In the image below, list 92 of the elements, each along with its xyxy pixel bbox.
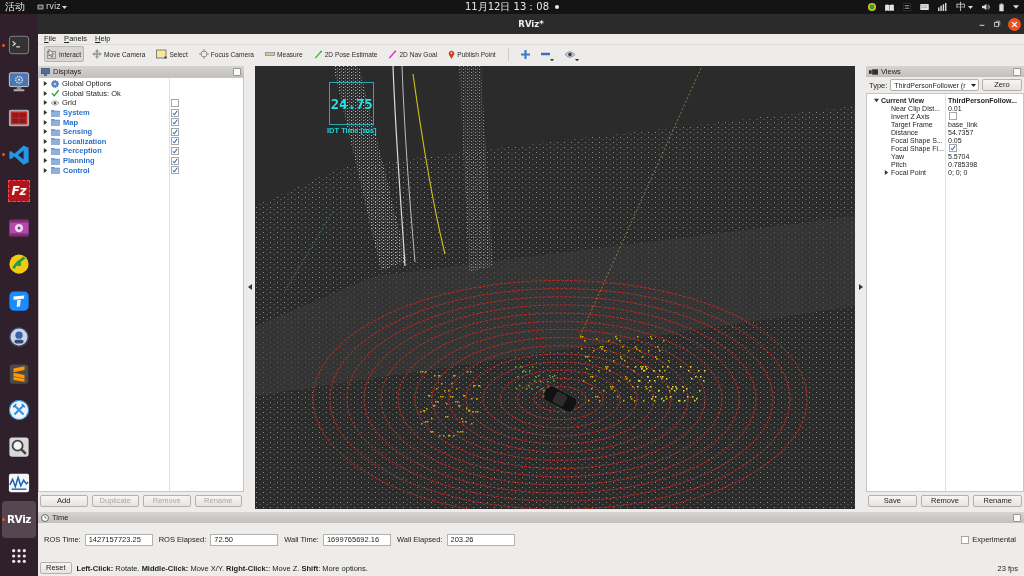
app-tile-icon xyxy=(8,289,30,312)
magnifier-icon xyxy=(8,435,30,458)
caret-icon xyxy=(968,5,973,9)
book-icon[interactable] xyxy=(885,3,894,11)
terminal-icon xyxy=(8,34,30,56)
battery-icon[interactable] xyxy=(999,2,1004,12)
tree-arrow-icon[interactable] xyxy=(43,158,48,164)
code-editor-icon xyxy=(8,143,30,166)
tree-arrow-icon[interactable] xyxy=(43,119,48,125)
crosshair-icon xyxy=(198,49,209,59)
signal-bars-icon[interactable] xyxy=(938,3,947,11)
cross-circle-icon xyxy=(8,399,30,421)
plus-icon xyxy=(520,49,530,59)
folder-icon xyxy=(51,118,60,127)
tree-arrow-icon[interactable] xyxy=(883,169,889,175)
app-launcher[interactable]: RViz xyxy=(2,501,36,538)
move-arrows-icon xyxy=(92,49,102,59)
tree-arrow-icon[interactable] xyxy=(43,100,48,106)
checkbox[interactable] xyxy=(171,108,179,117)
checkbox[interactable] xyxy=(171,156,179,165)
app-menu-button[interactable]: rviz xyxy=(37,3,68,11)
window-title: RViz* xyxy=(518,19,544,29)
undock-button[interactable] xyxy=(1013,67,1021,76)
waveform-icon xyxy=(8,472,30,494)
folder-icon xyxy=(51,146,60,155)
folder-icon xyxy=(51,166,60,175)
input-method-button[interactable]: 中 xyxy=(956,2,973,12)
gear-icon xyxy=(51,79,59,88)
eye-icon xyxy=(51,100,59,106)
checkbox[interactable] xyxy=(949,112,957,120)
stripes-icon xyxy=(8,362,30,385)
tree-arrow-icon[interactable] xyxy=(43,90,48,96)
folder-icon xyxy=(51,137,60,146)
tree-arrow-icon[interactable] xyxy=(43,129,48,135)
app-grid-icon xyxy=(11,548,27,564)
tree-arrow-icon[interactable] xyxy=(43,148,48,154)
camera-icon xyxy=(869,68,878,75)
pose-arrow-icon xyxy=(313,49,323,59)
eye-icon xyxy=(564,50,575,58)
caret-icon xyxy=(971,83,976,87)
disc-icon xyxy=(8,253,30,275)
speaker-icon[interactable] xyxy=(982,3,990,11)
restore-icon[interactable] xyxy=(993,20,1001,28)
notification-dot-icon xyxy=(555,5,560,9)
cursor-icon xyxy=(47,49,57,59)
checkbox[interactable] xyxy=(171,127,179,136)
folder-icon xyxy=(51,108,60,117)
app-launcher[interactable]: Fz xyxy=(2,172,36,210)
checkmark-icon xyxy=(51,89,59,98)
close-icon[interactable] xyxy=(1008,17,1021,31)
minus-icon xyxy=(540,52,550,56)
tree-arrow-icon[interactable] xyxy=(43,138,48,144)
clock-icon xyxy=(41,513,49,522)
splitter-arrow-icon[interactable] xyxy=(247,283,252,290)
selection-rect-icon xyxy=(156,49,168,59)
checkbox[interactable] xyxy=(961,535,970,544)
checkbox[interactable] xyxy=(171,137,179,146)
checkbox[interactable] xyxy=(171,166,179,175)
tree-arrow-icon[interactable] xyxy=(43,167,48,173)
monitor-icon xyxy=(41,67,50,76)
checkbox[interactable] xyxy=(171,146,179,155)
point-cluster xyxy=(515,366,556,392)
checkbox[interactable] xyxy=(171,118,179,127)
lines-tile-icon[interactable] xyxy=(903,3,911,11)
splitter-arrow-icon[interactable] xyxy=(858,283,863,290)
undock-button[interactable] xyxy=(233,67,241,76)
app-icon xyxy=(37,4,44,10)
app-logo: Fz xyxy=(8,180,30,202)
ring-dot-icon[interactable] xyxy=(868,3,876,11)
caret-icon[interactable] xyxy=(1013,5,1019,9)
clock-button[interactable]: 11月12日 13：08 xyxy=(464,2,550,12)
car-model xyxy=(540,383,580,415)
folder-icon xyxy=(51,156,60,165)
checkmark-icon xyxy=(950,145,956,151)
folder-icon xyxy=(51,127,60,136)
tree-arrow-icon[interactable] xyxy=(873,97,879,103)
monitor-icon xyxy=(8,70,30,93)
checkbox[interactable] xyxy=(949,144,957,152)
ruler-icon xyxy=(265,49,275,59)
control-panel-icon xyxy=(8,107,30,129)
app-logo: RViz xyxy=(6,514,32,525)
overlay-value: 24.75 xyxy=(330,96,373,111)
caret-icon xyxy=(62,5,68,9)
map-pin-icon xyxy=(448,49,456,59)
undock-button[interactable] xyxy=(1013,513,1021,522)
tree-arrow-icon[interactable] xyxy=(43,81,48,87)
checkbox[interactable] xyxy=(171,99,179,107)
goal-arrow-icon xyxy=(388,49,398,59)
point-cluster xyxy=(420,371,481,437)
tree-arrow-icon[interactable] xyxy=(43,110,48,116)
person-circle-icon xyxy=(8,326,30,348)
activities-button[interactable]: 活动 xyxy=(5,2,25,12)
